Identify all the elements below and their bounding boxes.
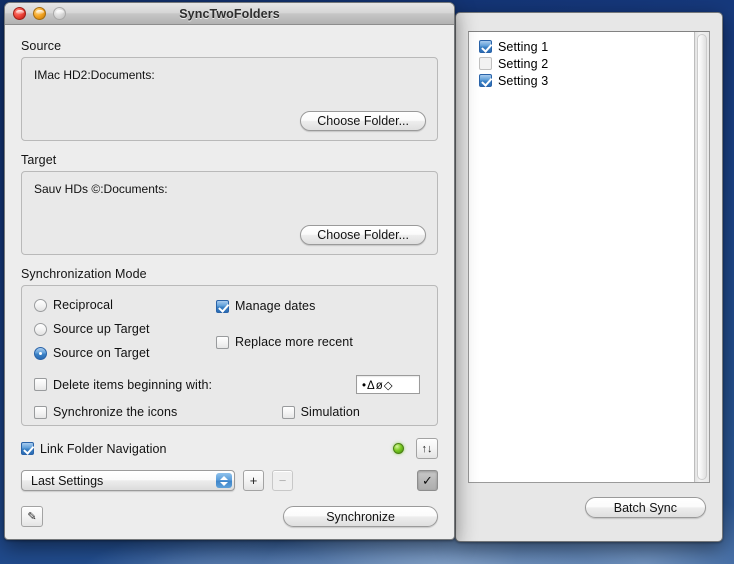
settings-popup-value: Last Settings bbox=[31, 473, 104, 488]
sync-mode-group: Reciprocal Source up Target Source on Ta… bbox=[21, 285, 438, 426]
delete-pattern-input[interactable]: •Δø◇ bbox=[356, 375, 420, 394]
status-led-icon bbox=[393, 443, 404, 454]
checkbox-link-folder-navigation[interactable]: Link Folder Navigation bbox=[21, 442, 167, 456]
checkbox-delete-items[interactable]: Delete items beginning with: bbox=[34, 378, 212, 392]
checkbox[interactable] bbox=[216, 299, 229, 313]
radio-label: Source up Target bbox=[53, 322, 150, 336]
settings-list-scrollbar[interactable] bbox=[694, 32, 709, 482]
list-item[interactable]: Setting 2 bbox=[475, 55, 705, 72]
radio-button[interactable] bbox=[34, 322, 47, 336]
checkbox-manage-dates[interactable]: Manage dates bbox=[216, 299, 353, 313]
source-group-label: Source bbox=[21, 39, 62, 53]
window-title: SyncTwoFolders bbox=[179, 6, 280, 21]
window-controls bbox=[13, 7, 66, 20]
source-path: IMac HD2:Documents: bbox=[34, 68, 155, 82]
checkbox-label: Synchronize the icons bbox=[53, 405, 178, 419]
zoom-button[interactable] bbox=[53, 7, 66, 20]
settings-popup[interactable]: Last Settings bbox=[21, 470, 235, 491]
close-button[interactable] bbox=[13, 7, 26, 20]
list-item[interactable]: Setting 1 bbox=[475, 38, 705, 55]
radio-button[interactable] bbox=[34, 346, 47, 360]
main-window: SyncTwoFolders Source IMac HD2:Documents… bbox=[4, 2, 455, 540]
setting-label: Setting 3 bbox=[498, 73, 549, 88]
checkbox[interactable] bbox=[34, 378, 47, 391]
sync-mode-group-label: Synchronization Mode bbox=[21, 267, 147, 281]
checkbox[interactable] bbox=[21, 442, 34, 455]
radio-source-on-target[interactable]: Source on Target bbox=[34, 346, 216, 360]
target-group: Sauv HDs ©:Documents: Choose Folder... bbox=[21, 171, 438, 255]
swap-direction-button[interactable]: ↑↓ bbox=[416, 438, 438, 459]
target-choose-folder-button[interactable]: Choose Folder... bbox=[300, 225, 426, 245]
checkbox-replace-more-recent[interactable]: Replace more recent bbox=[216, 335, 353, 349]
checkbox-label: Delete items beginning with: bbox=[53, 377, 213, 392]
checkbox-synchronize-icons[interactable]: Synchronize the icons bbox=[34, 405, 177, 419]
checkbox[interactable] bbox=[216, 335, 229, 349]
radio-source-up-target[interactable]: Source up Target bbox=[34, 322, 216, 336]
source-group: IMac HD2:Documents: Choose Folder... bbox=[21, 57, 438, 141]
radio-button[interactable] bbox=[34, 298, 47, 312]
radio-reciprocal[interactable]: Reciprocal bbox=[34, 298, 216, 312]
checkbox-label: Simulation bbox=[300, 405, 360, 419]
setting-label: Setting 2 bbox=[498, 56, 549, 71]
list-item[interactable]: Setting 3 bbox=[475, 72, 705, 89]
chevron-updown-icon[interactable] bbox=[216, 473, 232, 488]
checkbox-label: Replace more recent bbox=[235, 335, 353, 349]
minimize-button[interactable] bbox=[33, 7, 46, 20]
radio-label: Reciprocal bbox=[53, 298, 114, 312]
setting-checkbox[interactable] bbox=[479, 57, 492, 70]
checkbox[interactable] bbox=[34, 405, 47, 419]
confirm-settings-button[interactable]: ✓ bbox=[417, 470, 438, 491]
checkbox-label: Link Folder Navigation bbox=[40, 441, 167, 456]
edit-pen-icon-button[interactable]: ✎ bbox=[21, 506, 43, 527]
scrollbar-thumb[interactable] bbox=[697, 34, 707, 480]
setting-checkbox[interactable] bbox=[479, 40, 492, 53]
checkbox-simulation[interactable]: Simulation bbox=[281, 405, 423, 419]
settings-list[interactable]: Setting 1 Setting 2 Setting 3 bbox=[468, 31, 710, 483]
source-choose-folder-button[interactable]: Choose Folder... bbox=[300, 111, 426, 131]
batch-sync-button[interactable]: Batch Sync bbox=[584, 497, 706, 518]
titlebar[interactable]: SyncTwoFolders bbox=[5, 3, 454, 25]
radio-label: Source on Target bbox=[53, 346, 150, 360]
setting-checkbox[interactable] bbox=[479, 74, 492, 87]
batch-sync-window: Setting 1 Setting 2 Setting 3 Batch Sync bbox=[455, 12, 723, 542]
checkbox[interactable] bbox=[281, 405, 295, 419]
add-setting-button[interactable]: + bbox=[243, 470, 264, 491]
synchronize-button[interactable]: Synchronize bbox=[283, 506, 438, 527]
target-path: Sauv HDs ©:Documents: bbox=[34, 182, 168, 196]
remove-setting-button[interactable]: − bbox=[272, 470, 293, 491]
target-group-label: Target bbox=[21, 153, 57, 167]
checkbox-label: Manage dates bbox=[235, 299, 316, 313]
setting-label: Setting 1 bbox=[498, 39, 549, 54]
